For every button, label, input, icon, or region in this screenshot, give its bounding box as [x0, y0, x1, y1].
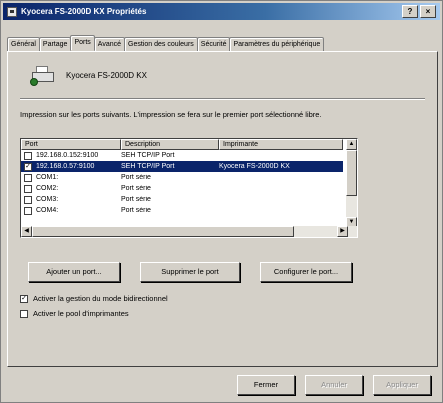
bidirectional-checkbox[interactable]: ✓: [20, 294, 28, 303]
port-checkbox[interactable]: [24, 206, 32, 215]
port-row[interactable]: COM4: Port série: [21, 205, 343, 216]
printer-properties-window: Kyocera FS-2000D KX Propriétés ? × Génér…: [0, 0, 443, 403]
ports-list-header: Port Description Imprimante: [21, 139, 343, 150]
cancel-button[interactable]: Annuler: [305, 375, 363, 395]
scroll-right-icon[interactable]: ▶: [337, 226, 348, 237]
port-checkbox-checked[interactable]: ✓: [24, 162, 32, 171]
tab-color-management[interactable]: Gestion des couleurs: [124, 37, 198, 51]
port-row[interactable]: 192.168.0.152:9100 SEH TCP/IP Port: [21, 150, 343, 161]
tab-sharing[interactable]: Partage: [38, 37, 72, 51]
port-name: COM4:: [36, 207, 59, 214]
tab-device-settings[interactable]: Paramètres du périphérique: [229, 37, 325, 51]
bidirectional-label: Activer la gestion du mode bidirectionne…: [33, 294, 168, 303]
apply-button[interactable]: Appliquer: [373, 375, 431, 395]
port-name: COM3:: [36, 196, 59, 203]
port-name: COM2:: [36, 185, 59, 192]
window-title: Kyocera FS-2000D KX Propriétés: [21, 7, 147, 16]
port-checkbox[interactable]: [24, 173, 32, 182]
port-checkbox[interactable]: [24, 184, 32, 193]
port-description: SEH TCP/IP Port: [121, 152, 175, 159]
port-name: 192.168.0.152:9100: [36, 152, 99, 159]
vertical-scroll-thumb[interactable]: [346, 150, 357, 196]
printer-app-icon: [7, 6, 17, 17]
scroll-up-icon[interactable]: ▲: [346, 139, 357, 150]
port-description: SEH TCP/IP Port: [121, 163, 175, 170]
tab-general[interactable]: Général: [7, 37, 40, 51]
ports-list[interactable]: Port Description Imprimante 192.168.0.15…: [20, 138, 358, 238]
column-header-description[interactable]: Description: [121, 139, 219, 150]
pooling-checkbox[interactable]: [20, 309, 28, 318]
port-row[interactable]: COM2: Port série: [21, 183, 343, 194]
port-description: Port série: [121, 196, 151, 203]
pooling-option[interactable]: Activer le pool d'imprimantes: [20, 309, 129, 318]
vertical-scrollbar[interactable]: ▲ ▼: [346, 139, 357, 228]
close-dialog-button[interactable]: Fermer: [237, 375, 295, 395]
column-header-printer[interactable]: Imprimante: [219, 139, 343, 150]
port-row-selected[interactable]: ✓ 192.168.0.57:9100 SEH TCP/IP Port Kyoc…: [21, 161, 343, 172]
tab-ports[interactable]: Ports: [70, 35, 95, 51]
port-description: Port série: [121, 185, 151, 192]
port-checkbox[interactable]: [24, 195, 32, 204]
port-name: COM1:: [36, 174, 59, 181]
printer-name: Kyocera FS-2000D KX: [66, 70, 147, 80]
port-description: Port série: [121, 207, 151, 214]
horizontal-scrollbar[interactable]: ◀ ▶: [21, 226, 357, 237]
ports-panel: Kyocera FS-2000D KX Impression sur les p…: [7, 51, 438, 367]
port-description: Port série: [121, 174, 151, 181]
port-row[interactable]: COM3: Port série: [21, 194, 343, 205]
title-bar[interactable]: Kyocera FS-2000D KX Propriétés ? ×: [3, 3, 440, 20]
scroll-left-icon[interactable]: ◀: [21, 226, 32, 237]
port-name: 192.168.0.57:9100: [36, 163, 95, 170]
pooling-label: Activer le pool d'imprimantes: [33, 309, 129, 318]
tab-advanced[interactable]: Avancé: [93, 37, 126, 51]
port-checkbox[interactable]: [24, 151, 32, 160]
printer-header: Kyocera FS-2000D KX: [30, 64, 147, 86]
add-port-button[interactable]: Ajouter un port...: [28, 262, 120, 282]
ports-instructions: Impression sur les ports suivants. L'imp…: [20, 110, 322, 119]
separator: [20, 98, 425, 100]
tab-security[interactable]: Sécurité: [196, 37, 231, 51]
help-button[interactable]: ?: [402, 5, 418, 18]
configure-port-button[interactable]: Configurer le port...: [260, 262, 352, 282]
tab-strip: Général Partage Ports Avancé Gestion des…: [7, 35, 325, 51]
bidirectional-option[interactable]: ✓ Activer la gestion du mode bidirection…: [20, 294, 168, 303]
close-button[interactable]: ×: [420, 5, 436, 18]
port-row[interactable]: COM1: Port série: [21, 172, 343, 183]
printer-icon: [30, 64, 56, 86]
column-header-port[interactable]: Port: [21, 139, 121, 150]
delete-port-button[interactable]: Supprimer le port: [140, 262, 240, 282]
port-printer: Kyocera FS-2000D KX: [219, 163, 290, 170]
horizontal-scroll-thumb[interactable]: [32, 226, 294, 237]
ports-list-body: 192.168.0.152:9100 SEH TCP/IP Port ✓ 192…: [21, 150, 343, 216]
